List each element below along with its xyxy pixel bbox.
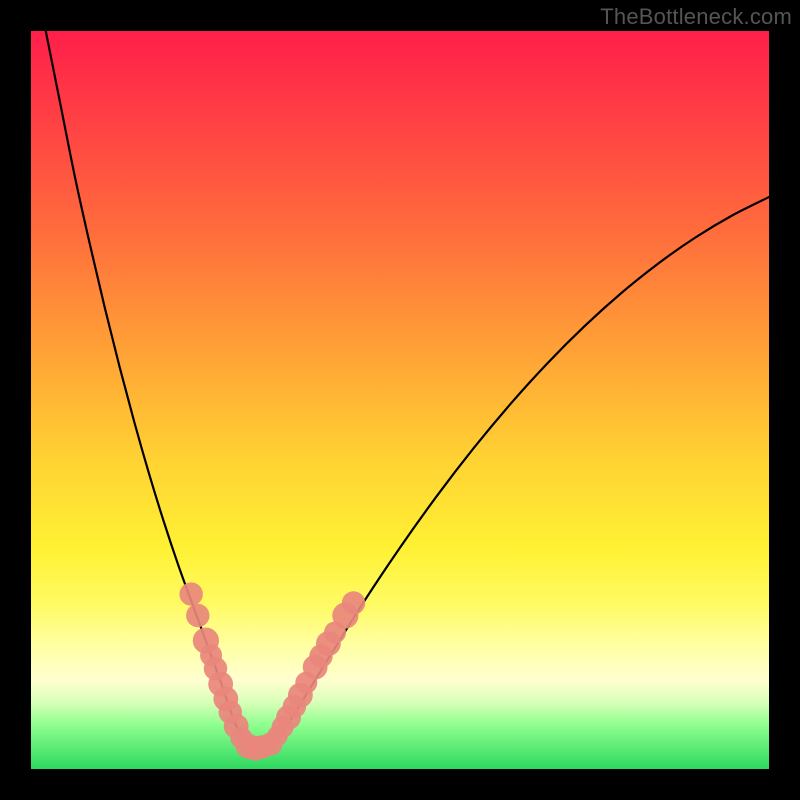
- marker-point: [342, 591, 365, 614]
- marker-point: [179, 582, 202, 605]
- marker-point: [186, 604, 209, 627]
- watermark-text: TheBottleneck.com: [600, 4, 792, 30]
- plot-area: [31, 31, 769, 769]
- chart-frame: TheBottleneck.com: [0, 0, 800, 800]
- bottleneck-curve: [46, 31, 769, 748]
- chart-svg: [31, 31, 769, 769]
- highlighted-points: [179, 582, 365, 760]
